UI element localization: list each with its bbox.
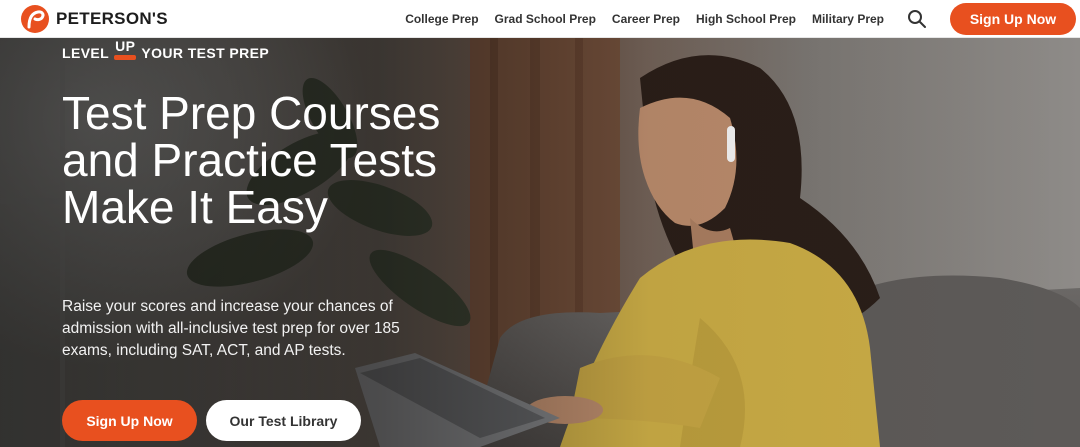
nav-link-grad-school-prep[interactable]: Grad School Prep xyxy=(495,12,596,26)
hero-title: Test Prep Courses and Practice Tests Mak… xyxy=(62,87,441,233)
test-library-button[interactable]: Our Test Library xyxy=(206,400,361,441)
top-navigation-bar: PETERSON'S College Prep Grad School Prep… xyxy=(0,0,1080,38)
nav-link-college-prep[interactable]: College Prep xyxy=(405,12,478,26)
brand-logo[interactable]: PETERSON'S xyxy=(20,4,168,34)
eyebrow-level: LEVEL xyxy=(62,45,110,61)
hero-description: Raise your scores and increase your chan… xyxy=(62,298,400,359)
brand-name: PETERSON'S xyxy=(56,8,168,28)
header-signup-button[interactable]: Sign Up Now xyxy=(950,2,1076,35)
search-button[interactable] xyxy=(906,8,928,30)
nav-link-military-prep[interactable]: Military Prep xyxy=(812,12,884,26)
search-icon xyxy=(908,9,926,28)
nav-link-high-school-prep[interactable]: High School Prep xyxy=(696,12,796,26)
nav-link-career-prep[interactable]: Career Prep xyxy=(612,12,680,26)
hero-section: LEVEL UP YOUR TEST PREP Test Prep Course… xyxy=(0,38,1080,447)
primary-nav: College Prep Grad School Prep Career Pre… xyxy=(405,12,884,26)
petersons-logo-icon xyxy=(21,4,49,33)
hero-eyebrow: LEVEL UP YOUR TEST PREP xyxy=(62,38,270,62)
hero-signup-button[interactable]: Sign Up Now xyxy=(62,400,197,441)
eyebrow-rest: YOUR TEST PREP xyxy=(141,45,270,61)
eyebrow-up-highlight: UP xyxy=(114,38,137,60)
